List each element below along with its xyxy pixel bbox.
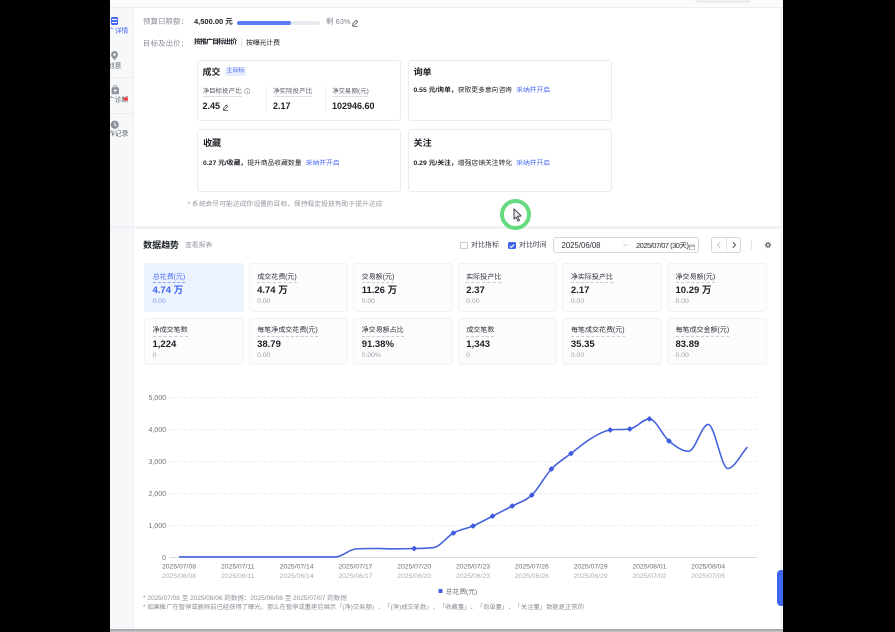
svg-text:5,000: 5,000 [148,395,166,402]
svg-text:2025/08/04: 2025/08/04 [691,564,725,571]
svg-text:总花费(元): 总花费(元) [446,587,478,596]
svg-text:1,000: 1,000 [148,523,166,530]
svg-text:0: 0 [162,555,166,562]
svg-text:2025/06/11: 2025/06/11 [221,573,255,580]
svg-text:4,000: 4,000 [148,427,166,434]
svg-text:2025/06/23: 2025/06/23 [456,573,490,580]
svg-text:2025/07/02: 2025/07/02 [632,573,666,580]
svg-text:2025/08/01: 2025/08/01 [632,564,666,571]
svg-text:2025/06/20: 2025/06/20 [397,573,431,580]
svg-text:2025/07/08: 2025/07/08 [162,564,196,571]
svg-text:3,000: 3,000 [148,459,166,466]
svg-text:2025/06/29: 2025/06/29 [574,573,608,580]
svg-text:2025/07/20: 2025/07/20 [397,564,431,571]
svg-text:2025/07/05: 2025/07/05 [691,573,725,580]
svg-text:2025/06/26: 2025/06/26 [515,573,549,580]
svg-text:2025/07/29: 2025/07/29 [574,564,608,571]
svg-text:2,000: 2,000 [148,491,166,498]
svg-text:2025/06/08: 2025/06/08 [162,573,196,580]
svg-text:2025/07/23: 2025/07/23 [456,564,490,571]
svg-text:2025/07/14: 2025/07/14 [280,564,314,571]
svg-text:2025/06/17: 2025/06/17 [338,573,372,580]
svg-text:2025/07/11: 2025/07/11 [221,564,255,571]
svg-text:2025/07/26: 2025/07/26 [515,564,549,571]
svg-text:2025/06/14: 2025/06/14 [280,573,314,580]
svg-text:2025/07/17: 2025/07/17 [338,564,372,571]
